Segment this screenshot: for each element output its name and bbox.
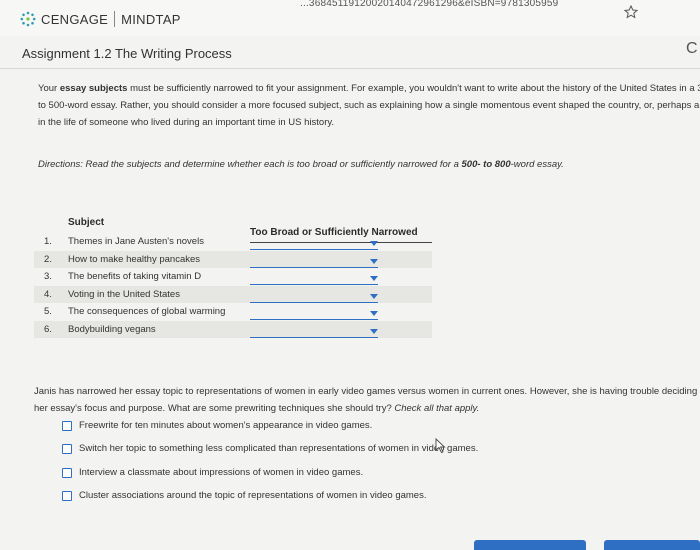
intro-text: must be sufficiently narrowed to fit you… [38, 83, 700, 128]
question-text: Janis has narrowed her essay topic to re… [34, 386, 698, 414]
table-row: 5. The consequences of global warming [34, 303, 432, 321]
option-label: Freewrite for ten minutes about women's … [79, 420, 373, 431]
header-divider [0, 68, 700, 69]
row-subject: How to make healthy pancakes [68, 253, 201, 265]
chevron-down-icon [370, 311, 378, 316]
question-2-prompt: Janis has narrowed her essay topic to re… [34, 383, 698, 417]
question-instruction: Check all that apply. [394, 403, 480, 414]
directions-text: Directions: Read the subjects and determ… [38, 159, 462, 170]
table-row: 2. How to make healthy pancakes [34, 250, 432, 268]
row-subject: Bodybuilding vegans [68, 323, 156, 335]
row-subject: Themes in Jane Austen's novels [68, 236, 204, 247]
cengage-logo[interactable]: CENGAGE MINDTAP [20, 11, 181, 27]
row-subject: The consequences of global warming [68, 306, 226, 317]
intro-paragraph: Your essay subjects must be sufficiently… [38, 80, 700, 131]
row-number: 3. [44, 271, 52, 282]
row-number: 6. [44, 323, 52, 335]
chevron-down-icon [370, 258, 378, 264]
directions-bold: 500- to 800 [461, 159, 511, 170]
row-subject: Voting in the United States [68, 288, 180, 300]
option-freewrite[interactable]: Freewrite for ten minutes about women's … [62, 420, 372, 431]
page-title: Assignment 1.2 The Writing Process [22, 46, 232, 61]
checkbox[interactable] [62, 490, 72, 501]
row-number: 5. [44, 306, 52, 317]
option-switch-topic[interactable]: Switch her topic to something less compl… [62, 443, 478, 454]
option-label: Switch her topic to something less compl… [79, 443, 479, 454]
rating-dropdown[interactable] [250, 303, 378, 320]
row-subject: The benefits of taking vitamin D [68, 271, 202, 282]
rating-dropdown[interactable] [250, 321, 378, 338]
logo-product: MINDTAP [121, 11, 181, 27]
directions: Directions: Read the subjects and determ… [38, 159, 698, 170]
star-outline-icon[interactable] [624, 5, 638, 19]
option-interview[interactable]: Interview a classmate about impressions … [62, 467, 363, 478]
rating-dropdown[interactable] [250, 251, 378, 268]
table-row: 4. Voting in the United States [34, 285, 432, 303]
chevron-down-icon [370, 293, 378, 299]
table-row: 3. The benefits of taking vitamin D [34, 268, 432, 286]
cengage-dots-icon [20, 11, 36, 27]
col-header-subject: Subject [68, 217, 105, 228]
chevron-down-icon [370, 328, 378, 334]
logo-divider [114, 11, 116, 27]
checkbox[interactable] [62, 443, 72, 454]
logo-brand: CENGAGE [41, 11, 109, 27]
chevron-down-icon [370, 276, 378, 281]
row-number: 1. [44, 236, 52, 247]
checkbox[interactable] [62, 467, 72, 478]
mouse-cursor-icon [435, 438, 446, 454]
option-label: Interview a classmate about impressions … [79, 467, 364, 478]
rating-dropdown[interactable] [250, 268, 378, 285]
secondary-button[interactable] [604, 540, 700, 550]
row-number: 4. [44, 288, 52, 300]
rating-dropdown[interactable] [250, 286, 378, 303]
intro-text: Your [38, 83, 60, 94]
table-row: 1. Themes in Jane Austen's novels [34, 233, 432, 251]
table-row: 6. Bodybuilding vegans [34, 320, 432, 338]
chevron-down-icon [370, 241, 378, 246]
refresh-icon[interactable]: C [686, 40, 698, 58]
checkbox[interactable] [62, 420, 72, 431]
option-cluster[interactable]: Cluster associations around the topic of… [62, 490, 426, 501]
directions-text: -word essay. [510, 159, 564, 170]
intro-bold: essay subjects [59, 83, 128, 94]
rating-dropdown[interactable] [250, 233, 378, 250]
url-text[interactable]: ...36845119120020140472961296&eISBN=9781… [300, 0, 558, 9]
row-number: 2. [44, 253, 52, 265]
primary-button[interactable] [474, 540, 586, 550]
option-label: Cluster associations around the topic of… [79, 490, 427, 501]
